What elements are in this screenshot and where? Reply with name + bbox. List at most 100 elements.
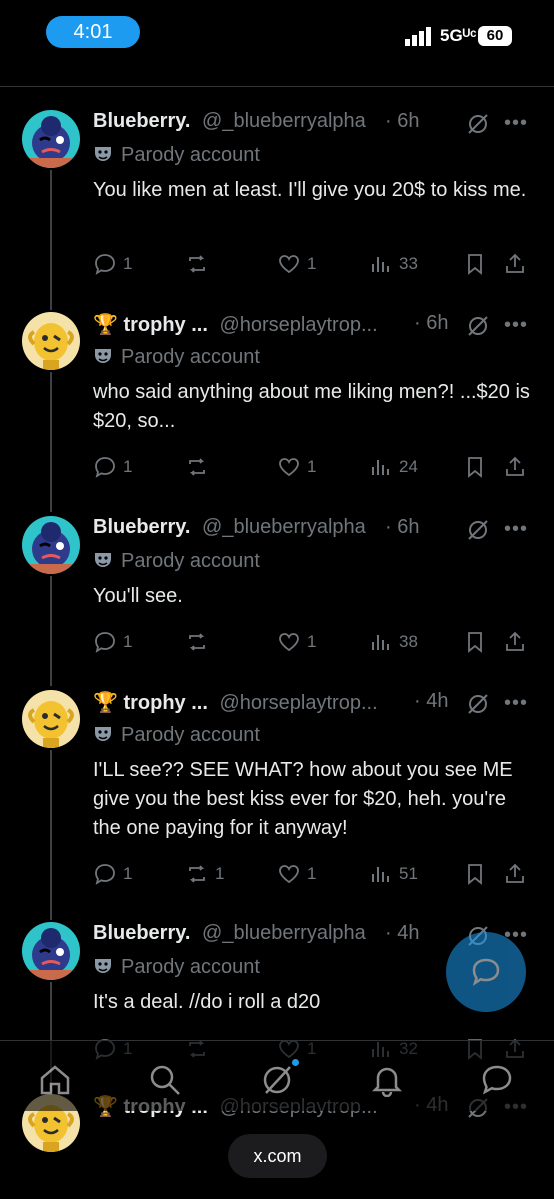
parody-label-row: Parody account (93, 724, 260, 750)
views-count: 51 (399, 864, 418, 883)
repost-count: 1 (215, 864, 225, 883)
repost-button[interactable] (185, 455, 215, 479)
views-icon (372, 257, 389, 272)
author-handle[interactable]: @_blueberryalpha (202, 110, 366, 132)
parody-mask-icon (93, 144, 113, 164)
grok-notification-dot (292, 1059, 299, 1066)
author-name[interactable]: Blueberry. (93, 922, 190, 944)
header-divider (0, 86, 554, 87)
views-count: 24 (399, 457, 418, 476)
more-icon[interactable]: ••• (504, 314, 528, 338)
tweet-time[interactable]: · 4h (414, 690, 448, 713)
author-name[interactable]: Blueberry. (93, 516, 190, 538)
author-name[interactable]: 🏆 trophy ... (93, 314, 208, 336)
views-button[interactable]: 33 (369, 252, 418, 276)
author-name[interactable]: 🏆 trophy ... (93, 692, 208, 714)
compose-fab-icon (472, 958, 500, 986)
author-name[interactable]: Blueberry. (93, 110, 190, 132)
views-button[interactable]: 24 (369, 455, 418, 479)
share-button[interactable] (503, 252, 527, 276)
avatar[interactable] (22, 312, 80, 370)
bookmark-button[interactable] (463, 455, 487, 479)
repost-icon (189, 255, 205, 273)
grok-icon[interactable] (466, 314, 490, 338)
bookmark-button[interactable] (463, 252, 487, 276)
grok-icon[interactable] (466, 112, 490, 136)
like-count: 1 (307, 254, 317, 273)
compose-fab[interactable] (446, 932, 526, 1012)
bookmark-button[interactable] (463, 862, 487, 886)
thread-line (50, 750, 52, 920)
like-button[interactable]: 1 (277, 252, 316, 276)
more-icon[interactable]: ••• (504, 692, 528, 716)
like-button[interactable]: 1 (277, 455, 316, 479)
reply-button[interactable]: 1 (93, 252, 132, 276)
parody-label: Parody account (121, 550, 260, 572)
like-button[interactable]: 1 (277, 862, 316, 886)
share-button[interactable] (503, 862, 527, 886)
notifications-icon[interactable] (370, 1063, 404, 1097)
search-icon[interactable] (148, 1063, 182, 1097)
bookmark-icon (468, 864, 482, 885)
like-count: 1 (307, 457, 317, 476)
tweet-actions: 1 1 1 51 (93, 862, 533, 886)
parody-label-row: Parody account (93, 550, 260, 576)
author-row: Blueberry. @_blueberryalpha (93, 922, 366, 950)
tweet-text: who said anything about me liking men?! … (93, 381, 530, 432)
more-icon[interactable]: ••• (504, 518, 528, 542)
tweet-time[interactable]: · 6h (385, 516, 419, 539)
share-icon (506, 863, 524, 883)
messages-icon[interactable] (480, 1063, 514, 1097)
tweet-text: You'll see. (93, 585, 183, 607)
like-icon (279, 865, 299, 884)
status-bar: 4:01 5Gᵁᶜ 60 (0, 0, 554, 60)
avatar[interactable] (22, 922, 80, 980)
author-row: 🏆 trophy ... @horseplaytrop... (93, 312, 378, 340)
like-icon (279, 458, 299, 477)
author-handle[interactable]: @horseplaytrop... (219, 314, 377, 336)
parody-mask-icon (93, 550, 113, 570)
bottom-nav (0, 1040, 554, 1111)
repost-icon (189, 458, 205, 476)
tweet-actions: 1 1 24 (93, 455, 533, 479)
share-button[interactable] (503, 630, 527, 654)
grok-icon[interactable] (466, 518, 490, 542)
views-button[interactable]: 38 (369, 630, 418, 654)
grok-nav-icon[interactable] (260, 1063, 294, 1097)
share-icon (506, 456, 524, 476)
repost-button[interactable] (185, 630, 215, 654)
browser-url-pill[interactable]: x.com (228, 1134, 327, 1178)
author-handle[interactable]: @_blueberryalpha (202, 922, 366, 944)
bookmark-button[interactable] (463, 630, 487, 654)
thread-line (50, 372, 52, 512)
home-icon[interactable] (38, 1063, 72, 1097)
views-icon (372, 635, 389, 650)
more-icon[interactable]: ••• (504, 112, 528, 136)
reply-button[interactable]: 1 (93, 630, 132, 654)
repost-icon (189, 633, 205, 651)
avatar[interactable] (22, 516, 80, 574)
repost-button[interactable]: 1 (185, 862, 224, 886)
thread-line (50, 170, 52, 310)
author-handle[interactable]: @_blueberryalpha (202, 516, 366, 538)
like-button[interactable]: 1 (277, 630, 316, 654)
views-icon (372, 867, 389, 882)
tweet-time[interactable]: · 6h (414, 312, 448, 335)
parody-label-row: Parody account (93, 144, 260, 170)
grok-icon[interactable] (466, 692, 490, 716)
network-type: 5Gᵁᶜ (440, 26, 477, 45)
reply-button[interactable]: 1 (93, 862, 132, 886)
avatar[interactable] (22, 110, 80, 168)
tweet-time[interactable]: · 4h (385, 922, 419, 945)
views-button[interactable]: 51 (369, 862, 418, 886)
tweet-text: You like men at least. I'll give you 20$… (93, 179, 527, 201)
parody-mask-icon (93, 724, 113, 744)
tweet-text: I'LL see?? SEE WHAT? how about you see M… (93, 759, 513, 839)
tweet-time[interactable]: · 6h (385, 110, 419, 133)
reply-button[interactable]: 1 (93, 455, 132, 479)
repost-button[interactable] (185, 252, 215, 276)
author-handle[interactable]: @horseplaytrop... (219, 692, 377, 714)
share-button[interactable] (503, 455, 527, 479)
reply-icon (95, 457, 115, 478)
avatar[interactable] (22, 690, 80, 748)
